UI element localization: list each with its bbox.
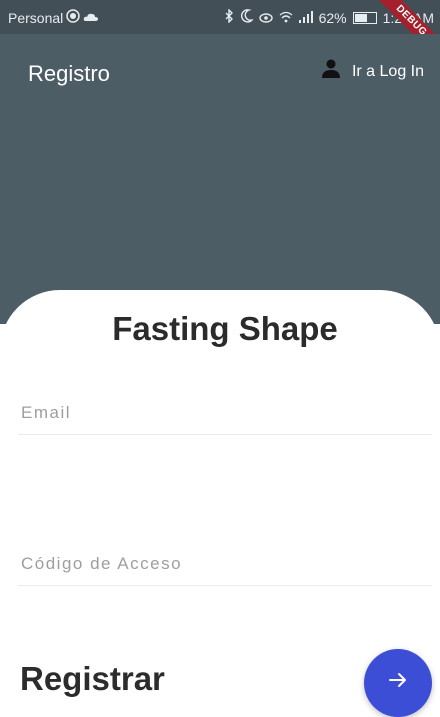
form-sheet: [0, 290, 440, 713]
go-to-login-label: Ir a Log In: [351, 62, 424, 80]
access-code-field-container: [18, 547, 435, 586]
email-field-container: [18, 396, 435, 435]
alarm-icon: [66, 9, 81, 26]
status-bar: Personal 62% 1:28 AM DEBUG: [0, 0, 440, 66]
signal-icon: [298, 10, 313, 26]
app-bar: Registro Ir a Log In: [0, 34, 440, 324]
app-name-heading: Fasting Shape: [112, 310, 338, 347]
moon-icon: [240, 9, 254, 26]
go-to-login-button[interactable]: Ir a Log In: [320, 59, 424, 84]
arrow-right-icon: [388, 669, 408, 697]
person-icon: [320, 59, 342, 84]
register-heading: Registrar: [20, 660, 165, 697]
access-code-field[interactable]: [18, 547, 435, 581]
email-field[interactable]: [18, 396, 435, 430]
carrier-label: Personal: [8, 9, 64, 26]
wifi-icon: [279, 10, 293, 26]
battery-fill: [354, 13, 368, 22]
bluetooth-icon: [223, 8, 235, 26]
battery-icon: [352, 11, 377, 24]
submit-register-button[interactable]: [364, 649, 432, 717]
page-title: Registro: [28, 61, 110, 86]
status-left: Personal: [8, 9, 99, 26]
cloud-icon: [83, 10, 99, 26]
battery-percent: 62%: [318, 9, 347, 26]
eye-icon: [258, 10, 273, 26]
